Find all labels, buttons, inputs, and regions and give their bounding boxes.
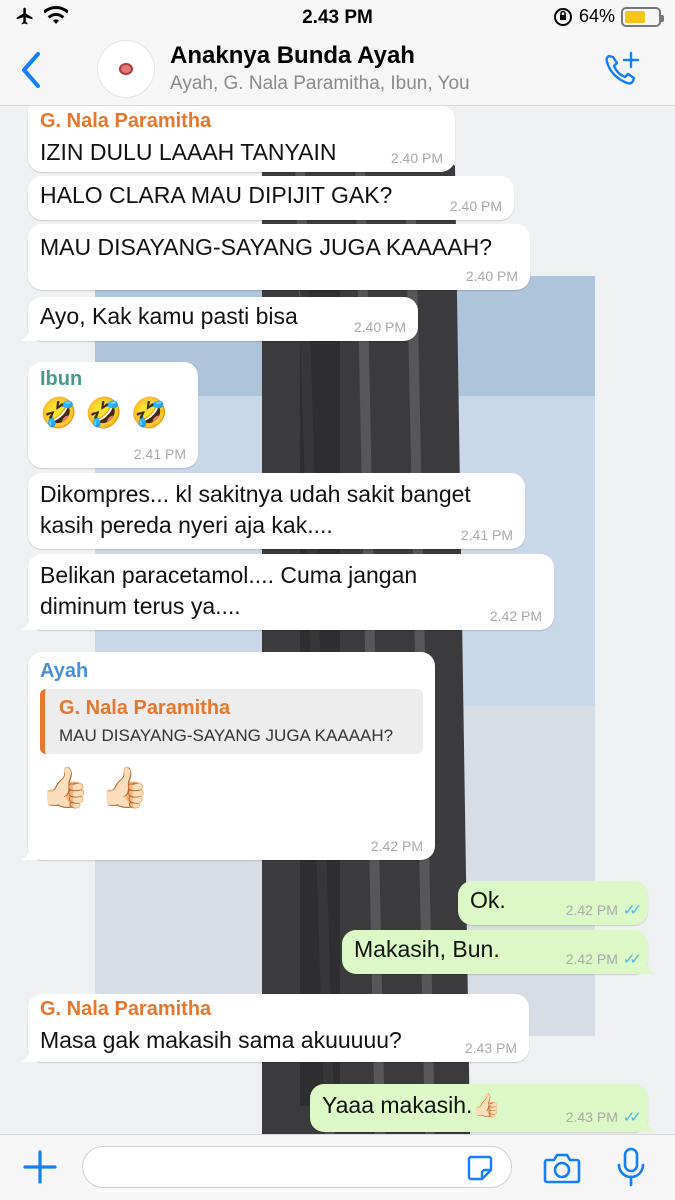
message-bubble[interactable]: G. Nala Paramitha IZIN DULU LAAAH TANYAI… [28, 106, 455, 172]
quoted-message[interactable]: G. Nala Paramitha MAU DISAYANG-SAYANG JU… [40, 689, 423, 754]
message-text-line2: kasih pereda nyeri aja kak.... [40, 512, 333, 538]
message-sender: Ayah [40, 660, 89, 682]
bubble-tail [639, 1116, 655, 1132]
chat-header: Anaknya Bunda Ayah Ayah, G. Nala Paramit… [0, 34, 675, 106]
message-emoji: 👍🏻👍🏻 [40, 766, 160, 810]
chat-area[interactable]: G. Nala Paramitha IZIN DULU LAAAH TANYAI… [0, 106, 675, 1134]
rotation-lock-icon [553, 7, 572, 26]
message-bubble[interactable]: Ayo, Kak kamu pasti bisa 2.40 PM [21, 297, 418, 341]
message-bubble[interactable]: Belikan paracetamol.... Cuma jangan dimi… [21, 554, 554, 630]
bubble-tail [639, 958, 655, 974]
message-text: IZIN DULU LAAAH TANYAIN [40, 139, 337, 165]
message-input[interactable] [82, 1146, 512, 1188]
message-time: 2.43 PM [565, 1109, 618, 1125]
read-ticks-icon: ✓✓ [622, 951, 642, 968]
message-sender: G. Nala Paramitha [40, 110, 212, 132]
message-time: 2.42 PM [565, 951, 618, 967]
message-time: 2.41 PM [460, 527, 513, 543]
message-time: 2.40 PM [353, 319, 406, 335]
message-time: 2.41 PM [133, 446, 186, 462]
message-bubble[interactable]: G. Nala Paramitha Masa gak makasih sama … [21, 994, 529, 1062]
message-bubble[interactable]: Ayah G. Nala Paramitha MAU DISAYANG-SAYA… [21, 652, 435, 860]
message-time-wrap: 2.42 PM ✓✓ [565, 950, 642, 968]
message-bubble-outgoing[interactable]: Ok. 2.42 PM ✓✓ [458, 881, 648, 925]
message-bubble[interactable]: HALO CLARA MAU DIPIJIT GAK? 2.40 PM [28, 176, 514, 220]
message-text: Masa gak makasih sama akuuuuu? [40, 1027, 402, 1053]
call-add-icon[interactable] [601, 50, 641, 90]
sticker-icon[interactable] [466, 1154, 494, 1182]
battery-icon [621, 6, 664, 27]
message-text-line2: diminum terus ya.... [40, 593, 241, 619]
avatar-image [119, 63, 133, 75]
battery-percent: 64% [578, 6, 615, 26]
message-time: 2.42 PM [489, 608, 542, 624]
message-time: 2.40 PM [465, 268, 518, 284]
camera-icon[interactable] [543, 1151, 581, 1185]
input-bar [0, 1134, 675, 1200]
bubble-tail [21, 844, 37, 860]
message-sender: Ibun [40, 368, 83, 390]
read-ticks-icon: ✓✓ [622, 1109, 642, 1126]
message-time-wrap: 2.43 PM ✓✓ [565, 1108, 642, 1126]
message-text-line1: Belikan paracetamol.... Cuma jangan [40, 562, 418, 588]
message-bubble[interactable]: Ibun 🤣🤣🤣 2.41 PM [28, 362, 198, 468]
plus-icon[interactable] [22, 1149, 58, 1185]
message-time: 2.43 PM [464, 1040, 517, 1056]
message-time: 2.42 PM [370, 838, 423, 854]
message-bubble[interactable]: MAU DISAYANG-SAYANG JUGA KAAAAH? 2.40 PM [28, 224, 530, 290]
quoted-text: MAU DISAYANG-SAYANG JUGA KAAAAH? [59, 726, 394, 745]
message-sender: G. Nala Paramitha [40, 998, 212, 1020]
mic-icon[interactable] [616, 1147, 646, 1187]
message-bubble-outgoing[interactable]: Yaaa makasih.👍🏻 2.43 PM ✓✓ [310, 1084, 655, 1132]
status-bar: 2.43 PM 64% [0, 0, 675, 34]
read-ticks-icon: ✓✓ [622, 902, 642, 919]
group-members[interactable]: Ayah, G. Nala Paramitha, Ibun, You [170, 73, 470, 95]
bubble-tail [21, 325, 37, 341]
quoted-sender: G. Nala Paramitha [59, 697, 231, 719]
message-text: MAU DISAYANG-SAYANG JUGA KAAAAH? [40, 234, 493, 260]
message-time-wrap: 2.42 PM ✓✓ [565, 901, 642, 919]
group-title[interactable]: Anaknya Bunda Ayah [170, 42, 415, 70]
message-text: Ayo, Kak kamu pasti bisa [40, 303, 298, 329]
message-text-line1: Dikompres... kl sakitnya udah sakit bang… [40, 481, 471, 507]
back-icon[interactable] [16, 50, 46, 90]
battery-fill [625, 10, 646, 23]
message-time: 2.40 PM [390, 150, 443, 166]
bubble-tail [21, 614, 37, 630]
message-text: HALO CLARA MAU DIPIJIT GAK? [40, 182, 393, 208]
message-bubble[interactable]: Dikompres... kl sakitnya udah sakit bang… [28, 473, 525, 549]
message-bubble-outgoing[interactable]: Makasih, Bun. 2.42 PM ✓✓ [342, 930, 655, 974]
message-time: 2.42 PM [565, 902, 618, 918]
message-time: 2.40 PM [449, 198, 502, 214]
message-emoji: 🤣🤣🤣 [40, 397, 177, 430]
bubble-tail [21, 1046, 37, 1062]
status-right: 64% [553, 6, 664, 27]
group-avatar[interactable] [97, 40, 155, 98]
